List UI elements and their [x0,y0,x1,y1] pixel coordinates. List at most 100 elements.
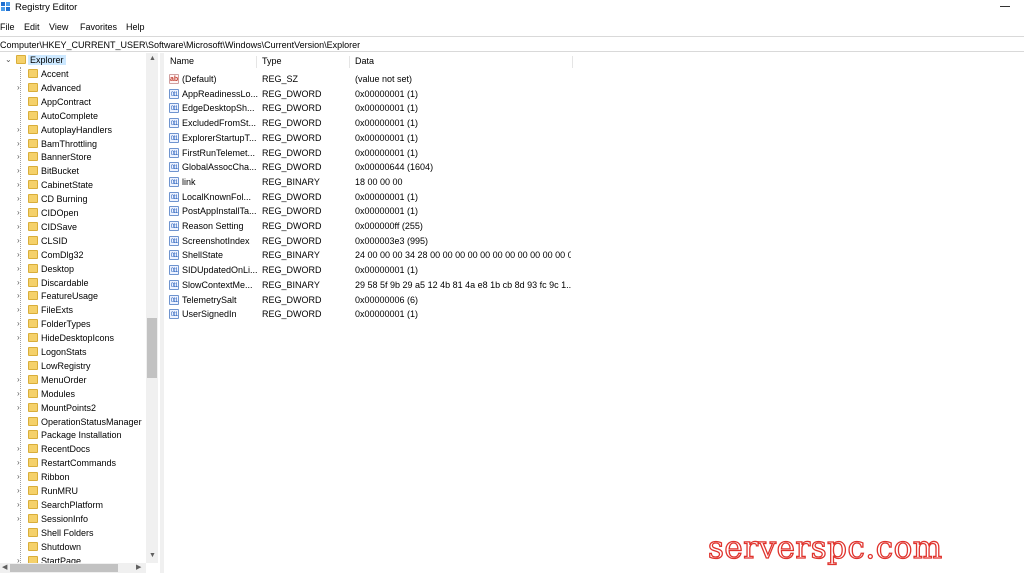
menu-file[interactable]: File [0,22,15,32]
expand-chevron-icon[interactable]: › [17,278,23,287]
tree-item[interactable]: › Advanced [0,81,146,95]
expand-chevron-icon[interactable]: › [17,83,23,92]
tree-item[interactable]: › FolderTypes [0,317,146,331]
expand-chevron-icon[interactable]: › [17,459,23,467]
expand-chevron-icon[interactable]: › [17,264,23,273]
value-row[interactable]: 011 ShellState REG_BINARY 24 00 00 00 34 28… [165,248,1024,262]
tree-item[interactable]: AppContract [0,95,146,109]
column-header-name[interactable]: Name [165,56,257,68]
tree-item[interactable]: › Modules [0,387,146,401]
expand-chevron-icon[interactable]: › [17,334,23,342]
expand-chevron-icon[interactable]: › [17,320,23,328]
tree-item[interactable]: Shell Folders [0,526,146,540]
expand-chevron-icon[interactable]: › [17,487,23,495]
tree-item[interactable]: › BamThrottling [0,137,146,151]
expand-chevron-icon[interactable]: › [17,222,23,231]
value-row[interactable]: 011 Reason Setting REG_DWORD 0x000000ff (25… [165,219,1024,233]
expand-chevron-icon[interactable]: › [17,153,23,161]
tree-item[interactable]: › CIDOpen [0,206,146,220]
tree-item[interactable]: › CabinetState [0,178,146,192]
collapse-chevron-icon[interactable]: ⌄ [5,56,12,64]
value-row[interactable]: 011 GlobalAssocCha... REG_DWORD 0x00000644 … [165,160,1024,174]
value-row[interactable]: 011 ExplorerStartupT... REG_DWORD 0x0000000… [165,131,1024,145]
tree-item[interactable]: › BitBucket [0,164,146,178]
address-path[interactable]: Computer\HKEY_CURRENT_USER\Software\Micr… [0,40,360,50]
tree-item[interactable]: › RunMRU [0,484,146,498]
expand-chevron-icon[interactable]: › [17,389,23,398]
value-row[interactable]: ab (Default) REG_SZ (value not set) [165,72,1024,86]
menu-help[interactable]: Help [126,22,145,32]
value-row[interactable]: 011 FirstRunTelemet... REG_DWORD 0x00000001… [165,146,1024,160]
expand-chevron-icon[interactable]: › [17,167,23,175]
value-row[interactable]: 011 PostAppInstallTa... REG_DWORD 0x0000000… [165,204,1024,218]
expand-chevron-icon[interactable]: › [17,250,23,259]
tree-item[interactable]: › HideDesktopIcons [0,331,146,345]
minimize-button[interactable] [1000,6,1010,7]
tree-item[interactable]: › ComDlg32 [0,248,146,262]
tree-item[interactable]: LowRegistry [0,359,146,373]
scroll-up-arrow-icon[interactable]: ▲ [149,55,156,62]
tree-item[interactable]: › Desktop [0,262,146,276]
tree-item[interactable]: Accent [0,67,146,81]
expand-chevron-icon[interactable]: › [17,500,23,509]
address-bar[interactable]: Computer\HKEY_CURRENT_USER\Software\Micr… [0,36,1024,52]
key-tree[interactable]: ⌄ Explorer Accent › Advanced AppContract Aut… [0,53,158,573]
value-row[interactable]: 011 EdgeDesktopSh... REG_DWORD 0x00000001 (… [165,101,1024,115]
menu-view[interactable]: View [49,22,68,32]
expand-chevron-icon[interactable]: › [17,375,23,384]
horizontal-scrollbar-thumb[interactable] [10,564,118,572]
tree-item[interactable]: › SessionInfo [0,512,146,526]
value-row[interactable]: 011 LocalKnownFol... REG_DWORD 0x00000001 (… [165,190,1024,204]
value-row[interactable]: 011 SlowContextMe... REG_BINARY 29 58 5f 9b… [165,278,1024,292]
pane-splitter[interactable] [160,53,164,573]
tree-item[interactable]: › MountPoints2 [0,401,146,415]
menu-edit[interactable]: Edit [24,22,40,32]
tree-item[interactable]: AutoComplete [0,109,146,123]
expand-chevron-icon[interactable]: › [17,209,23,217]
value-row[interactable]: 011 UserSignedIn REG_DWORD 0x00000001 (1) [165,307,1024,321]
tree-item[interactable]: › RestartCommands [0,456,146,470]
expand-chevron-icon[interactable]: › [17,125,23,134]
tree-item[interactable]: › BannerStore [0,150,146,164]
value-row[interactable]: 011 SIDUpdatedOnLi... REG_DWORD 0x00000001 … [165,263,1024,277]
expand-chevron-icon[interactable]: › [17,403,23,412]
expand-chevron-icon[interactable]: › [17,181,23,189]
value-row[interactable]: 011 AppReadinessLo... REG_DWORD 0x00000001 … [165,87,1024,101]
tree-item[interactable]: › CD Burning [0,192,146,206]
tree-item[interactable]: OperationStatusManager [0,415,146,429]
expand-chevron-icon[interactable]: › [17,236,23,245]
tree-item[interactable]: › Discardable [0,276,146,290]
tree-item[interactable]: › CIDSave [0,220,146,234]
tree-item-explorer[interactable]: ⌄ Explorer [0,53,146,67]
expand-chevron-icon[interactable]: › [17,195,23,203]
scroll-down-arrow-icon[interactable]: ▼ [149,552,156,559]
expand-chevron-icon[interactable]: › [17,292,23,300]
expand-chevron-icon[interactable]: › [17,445,23,453]
tree-item[interactable]: › CLSID [0,234,146,248]
scrollbar-thumb[interactable] [147,317,157,378]
tree-item[interactable]: LogonStats [0,345,146,359]
tree-item[interactable]: › FileExts [0,303,146,317]
scroll-right-arrow-icon[interactable]: ▶ [136,563,141,571]
expand-chevron-icon[interactable]: › [17,514,23,523]
tree-item[interactable]: › Ribbon [0,470,146,484]
tree-item[interactable]: Shutdown [0,540,146,554]
value-row[interactable]: 011 ScreenshotIndex REG_DWORD 0x000003e3 (9… [165,234,1024,248]
values-list[interactable]: Name Type Data ab (Default) REG_SZ (value n… [165,53,1024,573]
value-row[interactable]: 011 link REG_BINARY 18 00 00 00 [165,175,1024,189]
value-row[interactable]: 011 ExcludedFromSt... REG_DWORD 0x00000001 … [165,116,1024,130]
tree-item[interactable]: Package Installation [0,428,146,442]
tree-item[interactable]: › SearchPlatform [0,498,146,512]
tree-horizontal-scrollbar[interactable]: ◀ ▶ [0,563,146,573]
column-header-type[interactable]: Type [257,56,350,68]
tree-item[interactable]: › RecentDocs [0,442,146,456]
column-header-data[interactable]: Data [350,56,573,68]
menu-favorites[interactable]: Favorites [80,22,117,32]
expand-chevron-icon[interactable]: › [17,139,23,148]
tree-item[interactable]: › FeatureUsage [0,289,146,303]
tree-item[interactable]: › MenuOrder [0,373,146,387]
expand-chevron-icon[interactable]: › [17,306,23,314]
value-row[interactable]: 011 TelemetrySalt REG_DWORD 0x00000006 (6) [165,293,1024,307]
expand-chevron-icon[interactable]: › [17,473,23,481]
scroll-left-arrow-icon[interactable]: ◀ [2,563,7,571]
